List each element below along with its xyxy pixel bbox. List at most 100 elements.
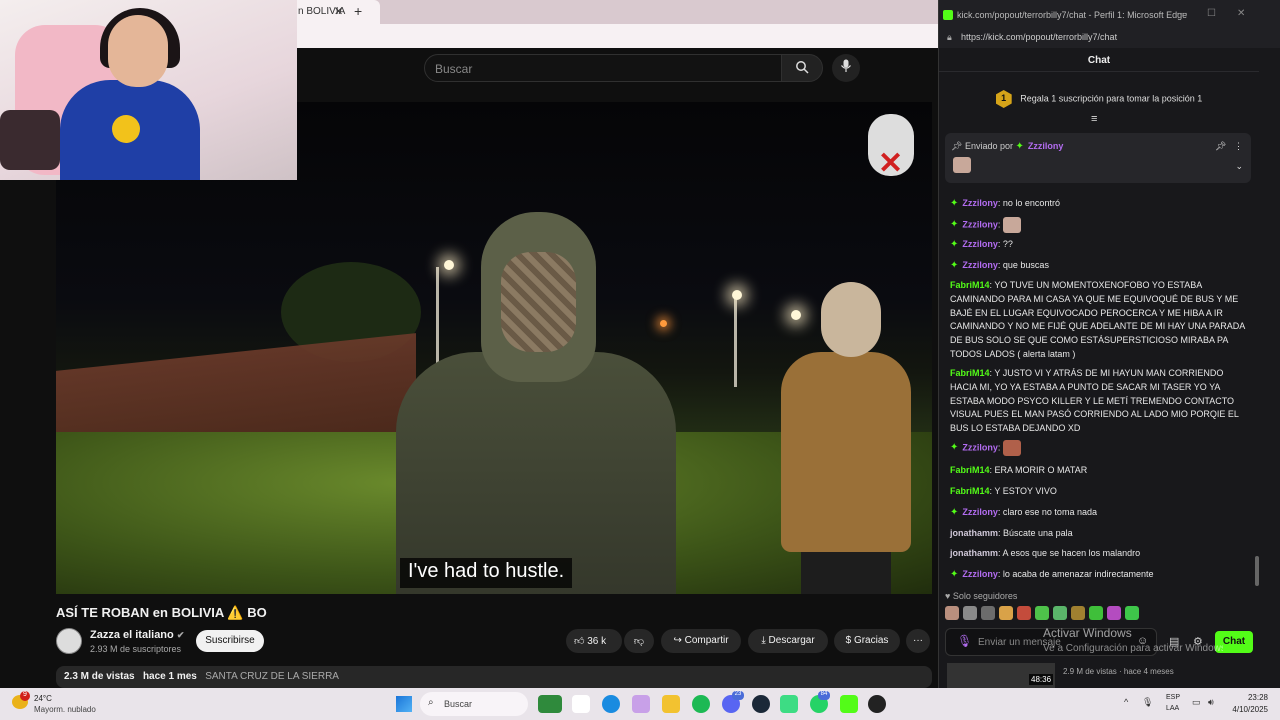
chat-username[interactable]: Zzzilony xyxy=(962,442,998,452)
thanks-button[interactable]: $ Gracias xyxy=(834,629,900,653)
chat-scrollbar[interactable] xyxy=(1255,556,1259,586)
kick-app-icon[interactable] xyxy=(840,695,858,713)
like-button[interactable]: 👍︎ 36 k xyxy=(566,629,622,653)
chat-username[interactable]: jonathamm xyxy=(950,548,998,558)
subscribe-button[interactable]: Suscribirse xyxy=(196,630,264,652)
unpin-icon[interactable]: 📌︎ xyxy=(1215,141,1226,151)
chat-message[interactable]: FabriM14: Y ESTOY VIVO xyxy=(950,485,1246,499)
widget-app-icon[interactable] xyxy=(538,695,562,713)
steam-icon[interactable] xyxy=(752,695,770,713)
obs-icon[interactable] xyxy=(868,695,886,713)
folder-icon[interactable] xyxy=(662,695,680,713)
sparkle-badge-icon: ✦ xyxy=(950,260,959,271)
edge-icon[interactable] xyxy=(602,695,620,713)
tray-expand-icon[interactable]: ^ xyxy=(1124,697,1128,707)
youtube-search-input[interactable]: Buscar xyxy=(424,54,782,82)
chat-username[interactable]: jonathamm xyxy=(950,528,998,538)
video-light-pole xyxy=(734,297,737,387)
sparkle-badge-icon: ✦ xyxy=(950,507,959,518)
chat-username[interactable]: Zzzilony xyxy=(962,507,998,517)
chat-message[interactable]: ✦ Zzzilony: que buscas xyxy=(950,259,1246,273)
chat-message[interactable]: ✦ Zzzilony: xyxy=(950,440,1246,456)
kick-address-bar[interactable]: https://kick.com/popout/terrorbilly7/cha… xyxy=(939,30,1280,48)
emote-item[interactable] xyxy=(1017,606,1031,620)
close-icon[interactable]: ✕ xyxy=(1237,8,1245,19)
description-box[interactable]: 2.3 M de vistas hace 1 mes SANTA CRUZ DE… xyxy=(56,666,932,688)
emote-item[interactable] xyxy=(1071,606,1085,620)
emote-item[interactable] xyxy=(981,606,995,620)
more-options-icon[interactable]: ⋮ xyxy=(1234,141,1243,151)
share-icon: ↪ xyxy=(673,635,682,646)
share-button[interactable]: ↪ Compartir xyxy=(661,629,741,653)
chat-header: Chat xyxy=(939,48,1259,72)
file-explorer-icon[interactable] xyxy=(572,695,590,713)
chat-message[interactable]: jonathamm: A esos que se hacen los malan… xyxy=(950,547,1246,561)
emote-item[interactable] xyxy=(1107,606,1121,620)
chat-message[interactable]: FabriM14: ERA MORIR O MATAR xyxy=(950,464,1246,478)
copilot-icon[interactable] xyxy=(632,695,650,713)
share-label: Compartir xyxy=(684,635,729,646)
chat-username[interactable]: Zzzilony xyxy=(962,239,998,249)
emote-quickbar[interactable] xyxy=(945,606,1245,622)
mic-icon[interactable]: 🎙︎ xyxy=(957,634,972,648)
webcam-overlay xyxy=(0,0,297,180)
minimize-icon[interactable]: — xyxy=(1177,8,1187,19)
chat-message[interactable]: ✦ Zzzilony: xyxy=(950,217,1246,233)
gift-sub-banner[interactable]: 1 Regala 1 suscripción para tomar la pos… xyxy=(939,80,1259,110)
emote-item[interactable] xyxy=(1089,606,1103,620)
new-tab-icon[interactable]: + xyxy=(354,3,362,19)
chat-username[interactable]: FabriM14 xyxy=(950,368,990,378)
emote-item[interactable] xyxy=(1125,606,1139,620)
chat-message[interactable]: ✦Zzzilony: jasjasjajsajsas xyxy=(950,190,1246,192)
emote-item[interactable] xyxy=(945,606,959,620)
download-button[interactable]: ⤓ Descargar xyxy=(748,629,828,653)
chat-username[interactable]: Zzzilony xyxy=(962,569,998,579)
chat-message[interactable]: ✦ Zzzilony: no lo encontró xyxy=(950,197,1246,211)
windows-start-icon[interactable] xyxy=(396,696,412,712)
maximize-icon[interactable]: ☐ xyxy=(1207,8,1216,19)
search-icon[interactable] xyxy=(781,54,823,82)
keyboard-layout[interactable]: LAA xyxy=(1166,705,1179,712)
chat-username[interactable]: Zzzilony xyxy=(962,219,998,229)
more-actions-button[interactable]: ··· xyxy=(906,629,930,653)
chat-message[interactable]: ✦ Zzzilony: lo acaba de amenazar indirect… xyxy=(950,568,1246,582)
tray-mic-icon[interactable]: 🎙︎ xyxy=(1142,697,1153,708)
emote-item[interactable] xyxy=(999,606,1013,620)
chat-message[interactable]: ✦ Zzzilony: ?? xyxy=(950,238,1246,252)
chat-message[interactable]: ✦ Zzzilony: claro ese no toma nada xyxy=(950,506,1246,520)
filter-icon[interactable]: ≡ xyxy=(1091,113,1097,125)
video-subtitle: I've had to hustle. xyxy=(400,558,573,588)
emote-item[interactable] xyxy=(963,606,977,620)
channel-avatar[interactable] xyxy=(56,628,82,654)
clock-time[interactable]: 23:28 xyxy=(1230,693,1268,702)
volume-icon[interactable]: 🔊︎ xyxy=(1208,697,1214,708)
channel-name[interactable]: Zazza el italiano ✔ xyxy=(90,629,184,641)
keyboard-language[interactable]: ESP xyxy=(1166,694,1180,701)
windows-taskbar: 9 24°C Mayorm. nublado Buscar ⌕ 23 84 ^ … xyxy=(0,688,1280,720)
taskbar-search-input[interactable]: Buscar xyxy=(420,692,528,716)
android-icon[interactable] xyxy=(780,695,798,713)
emote-item[interactable] xyxy=(1035,606,1049,620)
mic-icon[interactable] xyxy=(832,54,860,82)
clock-date[interactable]: 4/10/2025 xyxy=(1222,705,1268,714)
weather-condition: Mayorm. nublado xyxy=(34,705,96,714)
network-icon[interactable]: ▭ xyxy=(1192,697,1201,708)
pinned-actions[interactable]: 📌︎ ⋮ xyxy=(1215,141,1243,152)
chat-message[interactable]: FabriM14: Y JUSTO VI Y ATRÁS DE MI HAYUN… xyxy=(950,367,1246,436)
chat-username[interactable]: FabriM14 xyxy=(950,465,990,475)
chat-message[interactable]: FabriM14: YO TUVE UN MOMENTOXENOFOBO YO … xyxy=(950,279,1246,362)
spotify-icon[interactable] xyxy=(692,695,710,713)
close-tab-icon[interactable]: ✕ xyxy=(334,5,343,18)
dislike-button[interactable]: 👎︎ xyxy=(624,629,654,653)
chat-username[interactable]: Zzzilony xyxy=(962,198,998,208)
chat-message-text: Y JUSTO VI Y ATRÁS DE MI HAYUN MAN CORRI… xyxy=(950,368,1239,434)
chat-message-list[interactable]: ✦Zzzilony: jasjasjajsajsas ✦Zzzilony: no … xyxy=(939,190,1255,590)
chevron-down-icon[interactable]: ⌄ xyxy=(1235,161,1243,172)
shirt-logo-icon xyxy=(112,115,140,143)
chat-username[interactable]: FabriM14 xyxy=(950,486,990,496)
pinned-message[interactable]: 📌︎ Enviado por ✦ Zzzilony 📌︎ ⋮ ⌄ xyxy=(945,133,1251,183)
chat-username[interactable]: FabriM14 xyxy=(950,280,990,290)
chat-message[interactable]: jonathamm: Búscate una pala xyxy=(950,527,1246,541)
emote-item[interactable] xyxy=(1053,606,1067,620)
chat-username[interactable]: Zzzilony xyxy=(962,260,998,270)
